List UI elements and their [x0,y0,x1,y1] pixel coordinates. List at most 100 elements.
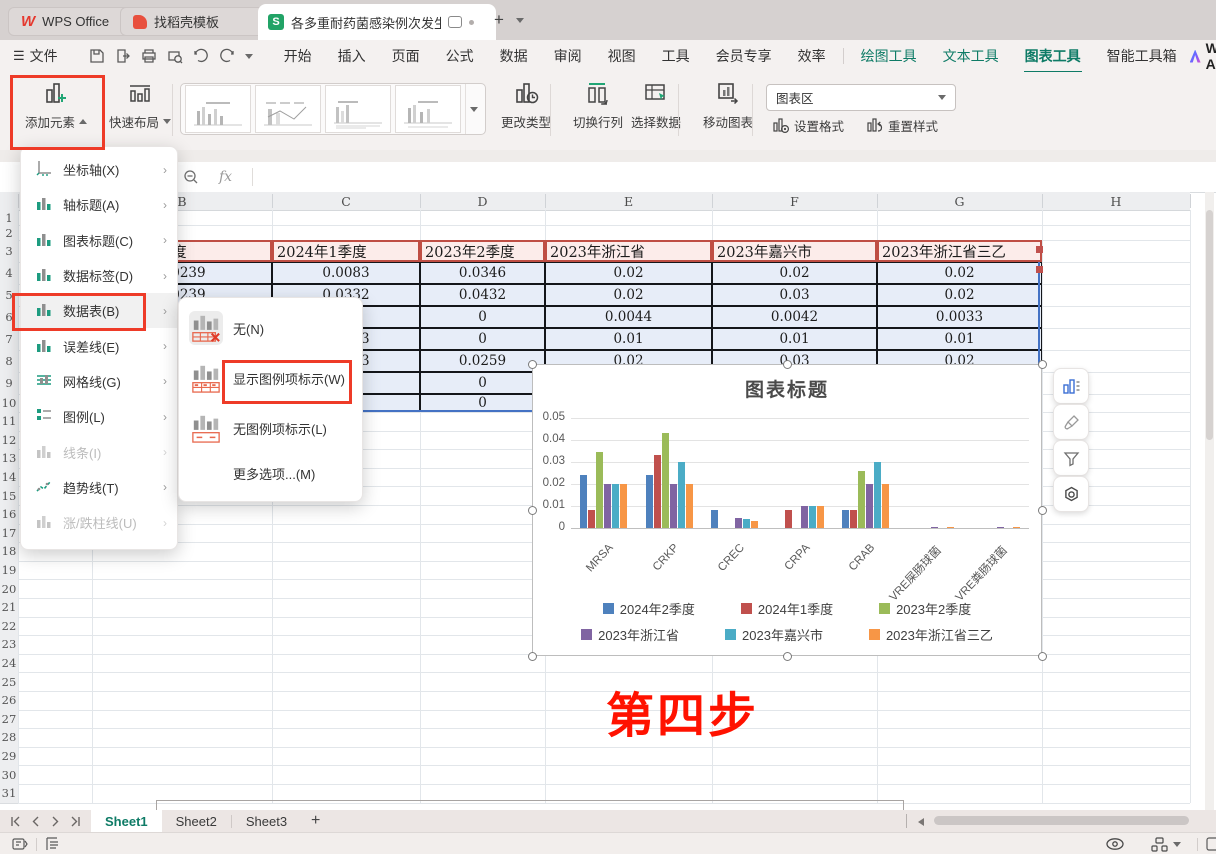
horizontal-scrollbar-thumb[interactable] [934,816,1189,825]
select-data-button[interactable]: 选择数据 [616,80,696,131]
file-menu[interactable]: ☰ 文件 [0,46,71,66]
chart-bar[interactable] [743,519,750,528]
chart-legend[interactable]: 2024年2季度2024年1季度2023年2季度2023年浙江省2023年嘉兴市… [533,599,1041,644]
menubar-item-审阅[interactable]: 审阅 [541,46,595,66]
row-header-17[interactable]: 17 [0,524,18,544]
chart-bar[interactable] [1013,527,1020,528]
tab-wps-office[interactable]: W WPS Office [8,7,130,36]
row-header-19[interactable]: 19 [0,561,18,581]
table-cell[interactable]: 0.0432 [420,284,545,306]
menubar-item-智能工具箱[interactable]: 智能工具箱 [1094,46,1190,66]
outline-view-icon[interactable] [45,837,60,851]
chart-bar[interactable] [882,484,889,528]
row-header-22[interactable]: 22 [0,617,18,637]
chart-bar[interactable] [580,475,587,528]
eye-icon[interactable] [1105,837,1125,851]
row-header-31[interactable]: 31 [0,784,18,804]
legend-item[interactable]: 2023年浙江省三乙 [869,625,993,644]
row-header-20[interactable]: 20 [0,579,18,599]
table-header-cell[interactable]: 2024年1季度 [272,240,420,262]
table-cell[interactable]: 0.02 [545,284,712,306]
print-preview-icon[interactable] [167,48,183,64]
submenu-item-更多选项...(M)[interactable]: 更多选项...(M) [179,456,362,490]
caret-down-icon[interactable] [1173,842,1181,847]
change-type-button[interactable]: 更改类型 [486,80,566,131]
undo-icon[interactable] [193,48,209,64]
chart-bar[interactable] [751,521,758,528]
grid-view-icon[interactable] [1151,837,1168,852]
table-cell[interactable]: 0.02 [545,262,712,284]
chart-resize-handle[interactable] [528,360,537,369]
chart-resize-handle[interactable] [1038,652,1047,661]
row-header-1[interactable]: 1 [0,210,18,226]
series-range-handle[interactable] [1036,246,1043,253]
row-header-3[interactable]: 3 [0,240,18,263]
chart-bar[interactable] [809,506,816,528]
table-cell[interactable]: 0.02 [877,262,1042,284]
row-header-10[interactable]: 10 [0,394,18,413]
more-actions-chevron-icon[interactable] [245,54,253,59]
table-cell[interactable]: 0.01 [877,328,1042,350]
chart-bar[interactable] [654,455,661,528]
column-headers[interactable]: ABCDEFGH [0,192,1190,211]
set-format-button[interactable]: 设置格式 [772,116,844,135]
reset-style-button[interactable]: 重置样式 [866,116,938,135]
chart-bar[interactable] [711,510,718,528]
row-header-14[interactable]: 14 [0,468,18,488]
row-header-28[interactable]: 28 [0,728,18,748]
menubar-item-视图[interactable]: 视图 [595,46,649,66]
submenu-item-无(N)[interactable]: 无(N) [179,306,362,350]
column-header-H[interactable]: H [1042,192,1190,210]
table-cell[interactable]: 0 [420,328,545,350]
chart-bar[interactable] [646,475,653,528]
chart-bar[interactable] [817,506,824,528]
new-tab-button[interactable]: + [494,10,504,30]
column-header-C[interactable]: C [272,192,420,210]
table-cell[interactable]: 0.01 [712,328,877,350]
sheet-tab-Sheet2[interactable]: Sheet2 [162,810,231,832]
add-element-button[interactable]: 添加元素 [16,80,96,131]
chart-bar[interactable] [850,510,857,528]
chart-bar[interactable] [947,527,954,528]
menubar-item-开始[interactable]: 开始 [271,46,325,66]
chart-bar[interactable] [604,484,611,528]
table-cell[interactable]: 0.03 [712,284,877,306]
zoom-control-icon[interactable] [1206,837,1216,851]
chart-filter-button[interactable] [1053,440,1089,476]
series-range-handle[interactable] [1036,266,1043,273]
menu-item-数据表(B)[interactable]: 数据表(B)› [21,293,177,328]
chart-bar[interactable] [596,452,603,528]
column-header-D[interactable]: D [420,192,545,210]
chart-resize-handle[interactable] [1038,360,1047,369]
macro-icon[interactable] [12,837,28,851]
table-cell[interactable]: 0.02 [712,262,877,284]
chart-style-brush-button[interactable] [1053,404,1089,440]
column-header-F[interactable]: F [712,192,877,210]
table-header-cell[interactable]: 2023年浙江省 [545,240,712,262]
legend-item[interactable]: 2023年浙江省 [581,625,679,644]
chart-bar[interactable] [678,462,685,528]
menu-item-误差线(E)[interactable]: 误差线(E)› [21,328,177,363]
row-header-26[interactable]: 26 [0,691,18,711]
table-cell[interactable]: 0.0042 [712,306,877,328]
chart-bar[interactable] [874,462,881,528]
chart-style-thumbnail[interactable] [185,85,251,133]
last-sheet-icon[interactable] [70,816,81,827]
row-header-7[interactable]: 7 [0,328,18,351]
row-header-2[interactable]: 2 [0,225,18,241]
chart-settings-button[interactable] [1053,476,1089,512]
chart-bar[interactable] [670,484,677,528]
chart-style-thumbnail[interactable] [255,85,321,133]
menubar-item-公式[interactable]: 公式 [433,46,487,66]
row-header-13[interactable]: 13 [0,449,18,469]
row-header-29[interactable]: 29 [0,747,18,767]
menubar-item-绘图工具[interactable]: 绘图工具 [848,46,930,66]
tab-list-chevron-icon[interactable] [516,18,524,23]
prev-sheet-icon[interactable] [30,816,41,827]
legend-item[interactable]: 2024年2季度 [603,599,695,618]
menu-item-图例(L)[interactable]: 图例(L)› [21,399,177,434]
menubar-item-工具[interactable]: 工具 [649,46,703,66]
menubar-item-数据[interactable]: 数据 [487,46,541,66]
menubar-item-图表工具[interactable]: 图表工具 [1012,46,1094,66]
table-header-cell[interactable]: 2023年浙江省三乙 [877,240,1042,262]
